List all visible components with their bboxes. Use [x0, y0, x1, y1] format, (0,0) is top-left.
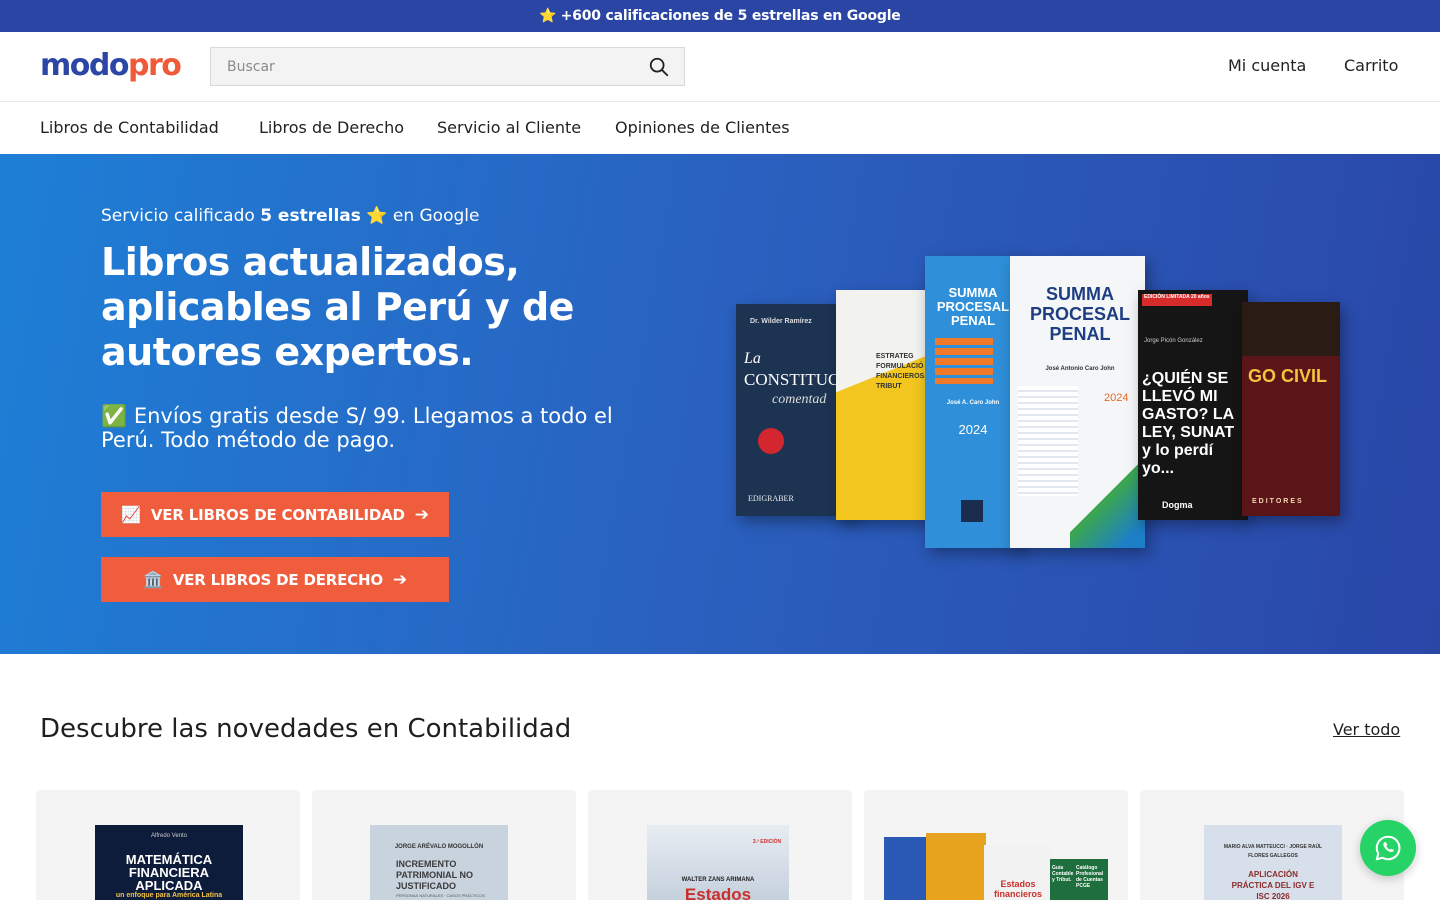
product-title: Catálogo Profesional de Cuentas PCGE — [1076, 865, 1104, 889]
book-artwork — [1242, 302, 1340, 356]
product-title: MATEMÁTICA FINANCIERA APLICADA — [125, 852, 213, 893]
book-accent — [935, 338, 993, 384]
book-cover-codigo-civil: GO CIVIL EDITORES — [1242, 302, 1340, 516]
product-card[interactable]: JORGE ARÉVALO MOGOLLÓN INCREMENTO PATRIM… — [312, 790, 576, 900]
hero-tag-bold: 5 estrellas — [260, 206, 361, 226]
account-link[interactable]: Mi cuenta — [1228, 56, 1306, 75]
hero-title: Libros actualizados, aplicables al Perú … — [101, 240, 574, 374]
product-cover: MARIO ALVA MATTEUCCI · JORGE RAÚL FLORES… — [1204, 825, 1342, 900]
product-cover: JORGE ARÉVALO MOGOLLÓN INCREMENTO PATRIM… — [370, 825, 508, 900]
book-cover-quien-se-llevo: EDICIÓN LIMITADA 20 años Jorge Picón Gon… — [1138, 290, 1248, 520]
product-title: Estados financieros — [993, 879, 1042, 899]
product-card[interactable]: WALTER ZANS ARIMANA 3.ª EDICIÓN Estados — [588, 790, 852, 900]
book-year: 2024 — [958, 422, 988, 437]
book-publisher: EDIGRABER — [748, 494, 794, 503]
view-accounting-books-button[interactable]: 📈 VER LIBROS DE CONTABILIDAD ➔ — [101, 492, 449, 537]
star-icon: ⭐ — [539, 8, 557, 24]
hero-book-collage: Dr. Wilder Ramírez La CONSTITUC comentad… — [700, 254, 1360, 564]
hero-tag-suffix: en Google — [392, 206, 480, 226]
book-title: ¿QUIÉN SE LLEVÓ MI GASTO? LA LEY, SUNAT … — [1142, 370, 1235, 477]
cart-link[interactable]: Carrito — [1344, 56, 1398, 75]
book-seal — [758, 428, 784, 454]
product-book — [926, 833, 986, 900]
announcement-bar: ⭐ +600 calificaciones de 5 estrellas en … — [0, 0, 1440, 32]
nav-item-contabilidad[interactable]: Libros de Contabilidad — [40, 118, 219, 137]
book-author: Dr. Wilder Ramírez — [750, 318, 812, 325]
product-book: Estados financieros — [984, 845, 1052, 900]
book-year: 2024 — [1104, 392, 1129, 404]
product-card[interactable]: Alfredo Vento MATEMÁTICA FINANCIERA APLI… — [36, 790, 300, 900]
logo-part-pro: pro — [127, 48, 182, 83]
product-card[interactable]: Estados financieros Guía Contable y Trib… — [864, 790, 1128, 900]
product-title: Guía Contable y Tribut. — [1052, 865, 1074, 883]
hero-subtitle: ✅ Envíos gratis desde S/ 99. Llegamos a … — [101, 404, 613, 452]
product-author: WALTER ZANS ARIMANA — [681, 877, 755, 883]
nav-item-derecho[interactable]: Libros de Derecho — [259, 118, 404, 137]
product-title: APLICACIÓN PRÁCTICA DEL IGV E ISC 2026 — [1231, 870, 1315, 900]
hero-banner: Servicio calificado 5 estrellas ⭐ en Goo… — [0, 154, 1440, 654]
book-accent — [1070, 456, 1145, 548]
search-icon[interactable] — [648, 56, 670, 78]
main-nav: Libros de Contabilidad Libros de Derecho… — [0, 102, 1440, 154]
book-title: SUMMA PROCESAL PENAL — [936, 285, 1010, 328]
section-title: Descubre las novedades en Contabilidad — [40, 714, 572, 744]
nav-item-opiniones[interactable]: Opiniones de Clientes — [615, 118, 790, 137]
book-author: Jorge Picón González — [1144, 338, 1203, 344]
book-logo — [961, 500, 983, 522]
arrow-right-icon: ➔ — [414, 504, 429, 525]
book-badge: EDICIÓN LIMITADA 20 años — [1144, 294, 1210, 300]
product-title: Estados — [684, 885, 752, 900]
book-cover-summa-front: SUMMA PROCESAL PENAL José Antonio Caro J… — [1010, 256, 1145, 548]
product-cover: WALTER ZANS ARIMANA 3.ª EDICIÓN Estados — [647, 825, 789, 900]
search-bar — [210, 47, 685, 86]
hero-tag-prefix: Servicio calificado — [101, 206, 255, 226]
arrow-right-icon: ➔ — [392, 569, 407, 590]
product-book: Guía Contable y Tribut. Catálogo Profesi… — [1050, 859, 1108, 900]
book-publisher: Dogma — [1162, 500, 1193, 510]
product-title: INCREMENTO PATRIMONIAL NO JUSTIFICADO — [396, 859, 473, 891]
product-subtitle: PERSONAS NATURALES · CASOS PRÁCTICOS — [396, 893, 486, 898]
book-publisher: EDITORES — [1252, 498, 1304, 505]
button-label: VER LIBROS DE CONTABILIDAD — [150, 505, 405, 524]
book-author: José Antonio Caro John — [1045, 366, 1115, 372]
product-cover: Alfredo Vento MATEMÁTICA FINANCIERA APLI… — [95, 825, 243, 900]
chart-icon: 📈 — [121, 505, 141, 524]
whatsapp-icon — [1375, 835, 1401, 861]
product-author: Alfredo Vento — [150, 833, 188, 839]
announcement-text: +600 calificaciones de 5 estrellas en Go… — [560, 8, 901, 24]
product-cover: Estados financieros Guía Contable y Trib… — [884, 825, 1112, 900]
hero-tagline: Servicio calificado 5 estrellas ⭐ en Goo… — [101, 206, 479, 226]
product-edition: 3.ª EDICIÓN — [752, 839, 782, 845]
whatsapp-button[interactable] — [1360, 820, 1416, 876]
product-author: MARIO ALVA MATTEUCCI · JORGE RAÚL FLORES… — [1223, 844, 1323, 859]
book-title: CONSTITUC — [744, 370, 840, 389]
product-subtitle: un enfoque para América Latina — [115, 892, 223, 899]
book-title: comentad — [772, 392, 827, 407]
star-icon: ⭐ — [366, 206, 388, 226]
book-accent — [1018, 386, 1078, 496]
book-title: La — [744, 350, 761, 367]
nav-item-servicio-cliente[interactable]: Servicio al Cliente — [437, 118, 581, 137]
site-header: modopro Mi cuenta Carrito — [0, 32, 1440, 102]
product-author: JORGE ARÉVALO MOGOLLÓN — [394, 844, 484, 850]
book-author: José A. Caro John — [946, 400, 1000, 406]
logo[interactable]: modopro — [40, 48, 182, 84]
button-label: VER LIBROS DE DERECHO — [172, 570, 383, 589]
logo-part-modo: modo — [40, 48, 129, 83]
book-title: SUMMA PROCESAL PENAL — [1029, 284, 1130, 344]
book-title: GO CIVIL — [1248, 366, 1328, 386]
book-cover-summa-spine: SUMMA PROCESAL PENAL José A. Caro John 2… — [925, 256, 1020, 548]
view-all-link[interactable]: Ver todo — [1333, 720, 1400, 739]
view-law-books-button[interactable]: 🏛️ VER LIBROS DE DERECHO ➔ — [101, 557, 449, 602]
courthouse-icon: 🏛️ — [143, 570, 163, 589]
search-input[interactable] — [211, 48, 631, 85]
